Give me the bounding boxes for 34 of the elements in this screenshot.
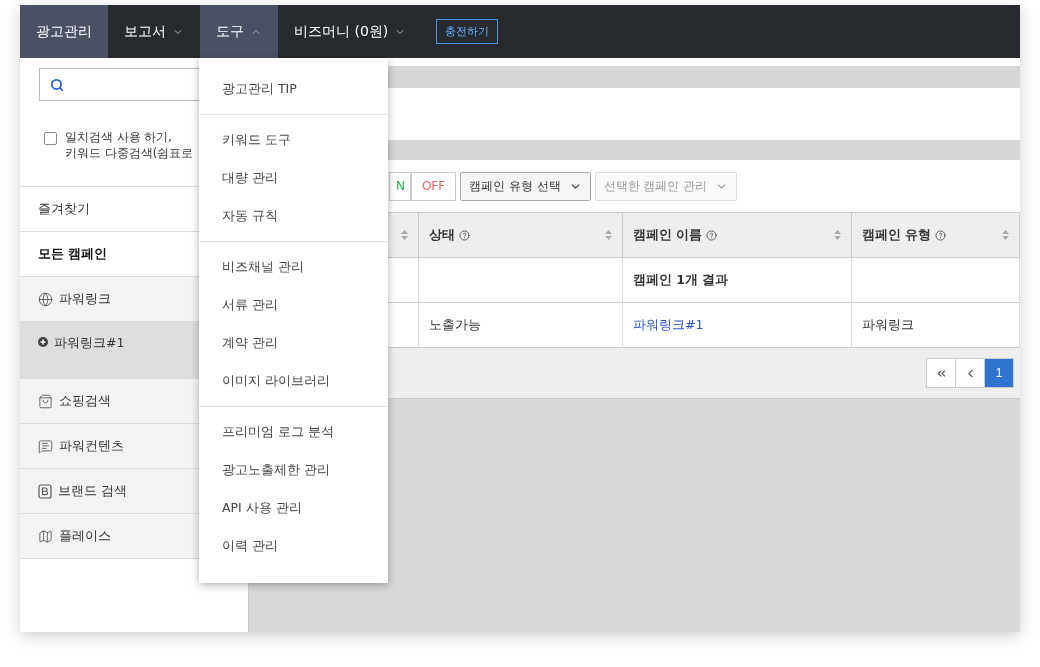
brand-icon (38, 483, 52, 499)
column-header[interactable]: 상태 (419, 212, 623, 258)
column-header[interactable]: 캠페인 유형 (852, 212, 1020, 258)
menu-item[interactable]: 키워드 도구 (199, 121, 388, 159)
chat-icon (38, 438, 53, 454)
help-icon[interactable] (459, 229, 470, 241)
sort-icon[interactable] (1002, 230, 1009, 240)
search-icon (50, 77, 64, 92)
charge-button[interactable]: 충전하기 (436, 19, 499, 44)
nav-tab[interactable]: 광고관리 (20, 5, 108, 58)
help-icon[interactable] (935, 229, 947, 241)
table-cell: 파워링크 (862, 316, 914, 334)
checkbox-label: 일치검색 사용 하기, 키워드 다중검색(쉼표로 (65, 129, 194, 162)
nav-tab[interactable]: 도구 (200, 5, 278, 58)
column-header[interactable]: 캠페인 이름 (623, 212, 852, 258)
sort-icon[interactable] (834, 230, 841, 240)
map-icon (38, 528, 53, 544)
menu-item[interactable]: 광고관리 TIP (199, 70, 388, 108)
bag-icon (38, 393, 53, 409)
campaign-type-select[interactable]: 캠페인 유형 선택 (460, 171, 591, 201)
plus-circle-icon[interactable] (38, 337, 48, 347)
table-cell: 노출가능 (429, 316, 481, 334)
prev-page-button[interactable] (955, 358, 985, 388)
checkbox[interactable] (44, 132, 57, 145)
sort-icon[interactable] (401, 230, 408, 240)
page-button[interactable]: 1 (984, 358, 1014, 388)
globe-icon (38, 291, 53, 307)
campaign-link[interactable]: 파워링크#1 (633, 316, 704, 334)
first-page-button[interactable] (926, 358, 956, 388)
summary-text: 캠페인 1개 결과 (633, 271, 729, 289)
help-icon[interactable] (706, 229, 718, 241)
sort-icon[interactable] (605, 230, 612, 240)
nav-tab[interactable]: 보고서 (108, 5, 200, 58)
nav-tab[interactable]: 비즈머니 (0원) (278, 5, 423, 58)
